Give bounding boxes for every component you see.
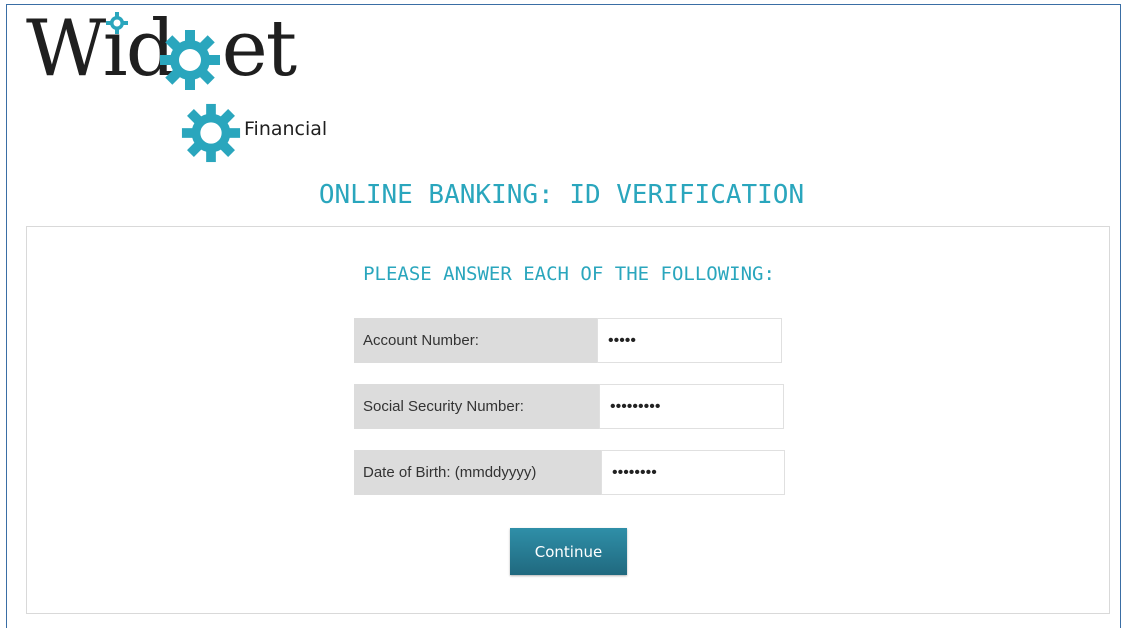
ssn-row: Social Security Number:	[354, 384, 784, 429]
verification-panel: PLEASE ANSWER EACH OF THE FOLLOWING: Acc…	[26, 226, 1110, 614]
form-heading: PLEASE ANSWER EACH OF THE FOLLOWING:	[363, 263, 775, 285]
ssn-field[interactable]	[599, 384, 784, 429]
widget-financial-logo: Widget	[26, 10, 346, 163]
continue-button[interactable]: Continue	[510, 528, 627, 575]
lower-gear-icon	[181, 103, 241, 163]
dob-field[interactable]	[601, 450, 785, 495]
account-number-field[interactable]	[597, 318, 782, 363]
small-gear-icon	[106, 12, 128, 34]
page-title: ONLINE BANKING: ID VERIFICATION	[318, 180, 805, 210]
logo-subtext: Financial	[244, 118, 328, 140]
gear-icon	[160, 30, 220, 90]
ssn-label: Social Security Number:	[354, 384, 599, 429]
dob-row: Date of Birth: (mmddyyyy)	[354, 450, 785, 495]
dob-label: Date of Birth: (mmddyyyy)	[354, 450, 601, 495]
account-number-label: Account Number:	[354, 318, 597, 363]
account-number-row: Account Number:	[354, 318, 782, 363]
